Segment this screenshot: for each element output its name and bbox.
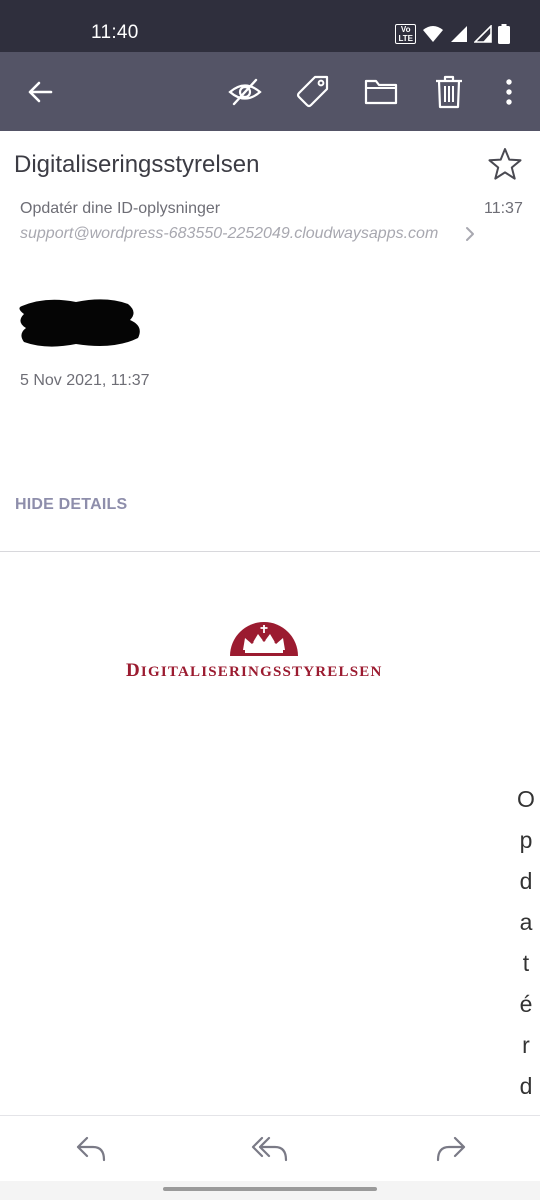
signal-icon — [451, 26, 467, 42]
reply-icon — [76, 1136, 106, 1162]
battery-icon — [498, 24, 510, 44]
more-options-button[interactable] — [487, 70, 531, 114]
star-icon — [488, 148, 522, 180]
eye-slash-icon — [228, 78, 262, 106]
message-date: 5 Nov 2021, 11:37 — [20, 372, 150, 389]
trash-icon — [436, 75, 462, 109]
folder-icon — [364, 79, 398, 105]
status-icons: Vo LTE — [395, 24, 510, 44]
forward-icon — [436, 1136, 466, 1162]
logo-wordmark: DIGITALISERINGSSTYRELSEN — [126, 660, 383, 681]
more-vertical-icon — [506, 79, 512, 105]
reply-action-bar — [0, 1115, 540, 1182]
label-button[interactable] — [291, 70, 335, 114]
message-title: Digitaliseringsstyrelsen — [14, 151, 260, 178]
delete-button[interactable] — [427, 70, 471, 114]
mark-unread-button[interactable] — [223, 70, 267, 114]
forward-button[interactable] — [429, 1128, 473, 1168]
sender-address[interactable]: support@wordpress-683550-2252049.cloudwa… — [20, 225, 438, 243]
star-button[interactable] — [486, 146, 524, 184]
body-text-char: t — [522, 950, 530, 976]
reply-button[interactable] — [69, 1128, 113, 1168]
body-text-char: a — [519, 909, 533, 935]
wifi-icon — [423, 26, 443, 42]
message-time: 11:37 — [484, 200, 523, 217]
back-button[interactable] — [18, 70, 62, 114]
reply-all-button[interactable] — [248, 1128, 292, 1168]
tag-icon — [296, 75, 329, 108]
message-toolbar — [0, 52, 540, 131]
chevron-right-icon — [466, 227, 474, 241]
status-bar: 11:40 Vo LTE — [0, 0, 540, 52]
body-text-char: O — [517, 786, 535, 812]
email-subject: Opdatér dine ID-oplysninger — [20, 200, 221, 217]
back-arrow-icon — [28, 81, 53, 103]
body-text-column: Opdatérdi — [514, 779, 538, 1148]
status-time: 11:40 — [91, 22, 139, 43]
signal-icon — [474, 25, 492, 43]
header-divider — [0, 551, 540, 552]
body-text-char: p — [519, 827, 533, 853]
home-gesture-handle[interactable] — [163, 1187, 377, 1191]
move-to-folder-button[interactable] — [359, 70, 403, 114]
hide-details-button[interactable]: HIDE DETAILS — [15, 496, 127, 514]
redacted-recipient — [19, 299, 140, 347]
body-text-char: é — [519, 991, 533, 1017]
volte-icon: Vo LTE — [395, 24, 416, 44]
body-text-char: r — [522, 1032, 530, 1058]
body-text-char: d — [519, 868, 533, 894]
reply-all-icon — [251, 1136, 288, 1162]
body-text-char: d — [519, 1073, 533, 1099]
sender-expand[interactable] — [463, 224, 477, 244]
navigation-bar — [0, 1181, 540, 1200]
crown-logo-icon — [230, 622, 298, 656]
